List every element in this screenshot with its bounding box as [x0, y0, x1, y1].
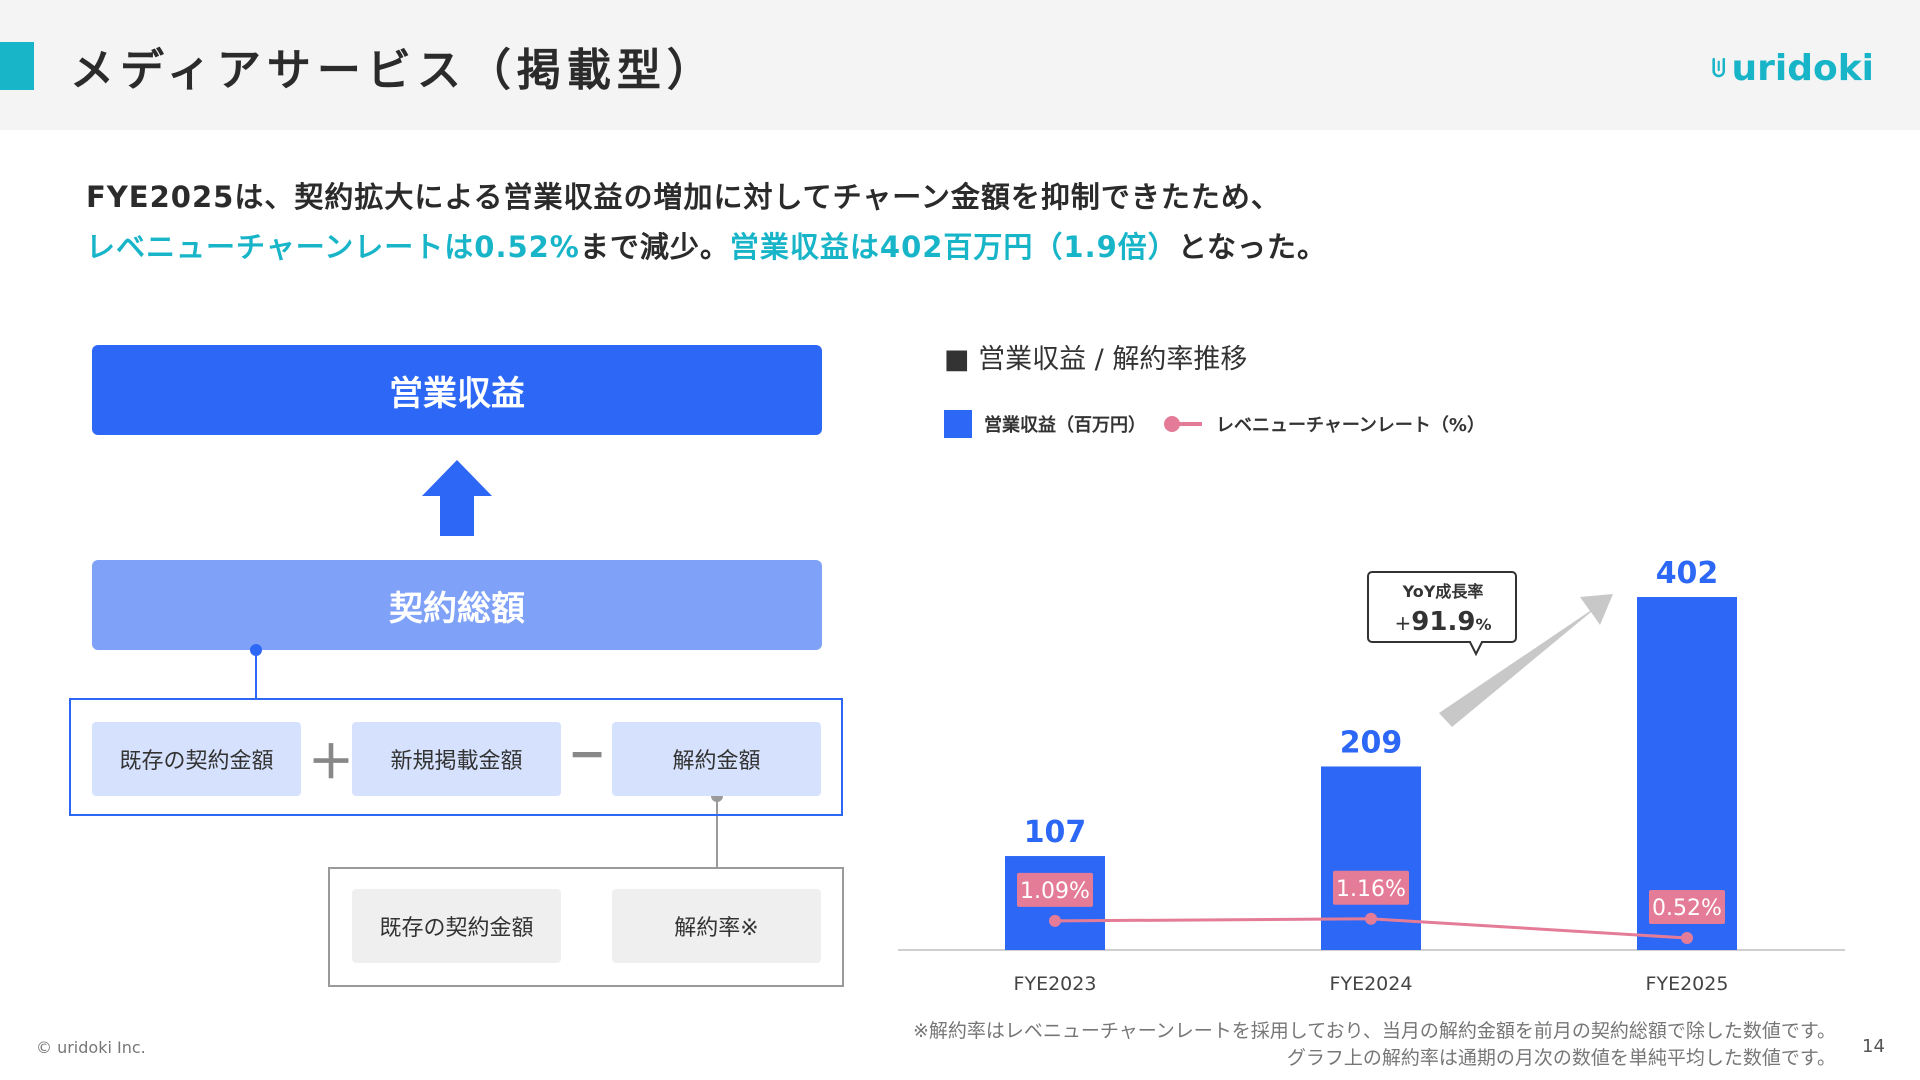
- footnote-line-1: ※解約率はレベニューチャーンレートを採用しており、当月の解約金額を前月の契約総額…: [913, 1020, 1836, 1042]
- revenue-value-label: 402: [1656, 556, 1719, 591]
- revenue-value-label: 209: [1340, 725, 1403, 760]
- churn-rate-label: 0.52%: [1652, 896, 1722, 921]
- footnote-line-2: グラフ上の解約率は通期の月次の数値を単純平均した数値です。: [1286, 1047, 1836, 1069]
- revenue-value-label: 107: [1024, 815, 1087, 850]
- churn-rate-point: [1365, 912, 1377, 925]
- churn-rate-label: 1.09%: [1020, 879, 1090, 904]
- footnote: ※解約率はレベニューチャーンレートを採用しており、当月の解約金額を前月の契約総額…: [913, 1018, 1836, 1072]
- x-tick-label: FYE2024: [1330, 973, 1413, 995]
- copyright: © uridoki Inc.: [36, 1038, 146, 1057]
- churn-rate-point: [1681, 932, 1693, 944]
- yoy-label: YoY成長率: [1402, 582, 1484, 601]
- x-tick-label: FYE2023: [1014, 973, 1097, 995]
- churn-rate-point: [1049, 914, 1061, 927]
- page-number: 14: [1862, 1036, 1885, 1057]
- x-tick-label: FYE2025: [1646, 973, 1729, 995]
- churn-rate-label: 1.16%: [1336, 877, 1406, 902]
- revenue-churn-chart: 107 FYE2023 209 FYE2024 402 FYE2025 1.09% 1.16%…: [898, 556, 1845, 995]
